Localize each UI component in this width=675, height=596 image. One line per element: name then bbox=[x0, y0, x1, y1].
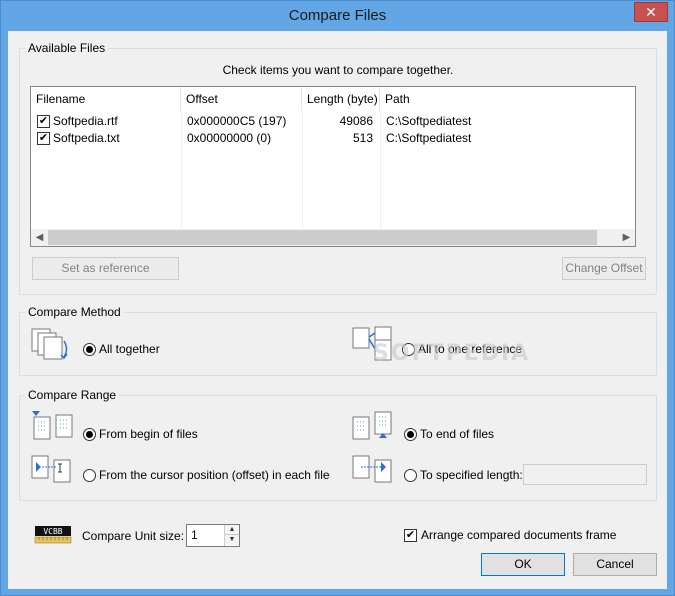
compare-files-window: Compare Files ✕ Available Files Check it… bbox=[0, 0, 675, 596]
from-begin-icon bbox=[32, 411, 73, 440]
all-together-radio[interactable] bbox=[83, 343, 96, 356]
cancel-button[interactable]: Cancel bbox=[573, 553, 657, 576]
from-cursor-label: From the cursor position (offset) in eac… bbox=[99, 468, 330, 482]
file-list[interactable]: Filename Offset Length (byte) Path ✔ Sof… bbox=[30, 86, 636, 247]
stepper-buttons[interactable]: ▲ ▼ bbox=[224, 525, 239, 546]
arrange-frame-label: Arrange compared documents frame bbox=[421, 528, 617, 542]
row-checkbox[interactable]: ✔ bbox=[37, 132, 50, 145]
scrollbar-thumb[interactable] bbox=[48, 230, 597, 245]
to-end-radio[interactable] bbox=[404, 428, 417, 441]
to-specified-length-radio[interactable] bbox=[404, 469, 417, 482]
compare-method-group: Compare Method All together All to one r… bbox=[19, 305, 657, 376]
stepper-up-icon[interactable]: ▲ bbox=[225, 525, 239, 535]
column-header-offset[interactable]: Offset bbox=[181, 87, 302, 111]
scroll-right-icon[interactable]: ▶ bbox=[618, 229, 635, 246]
from-cursor-icon bbox=[31, 455, 71, 483]
arrange-frame-checkbox[interactable]: ✔ bbox=[404, 529, 417, 542]
compare-range-label: Compare Range bbox=[25, 388, 120, 402]
compare-unit-stepper[interactable]: 1 ▲ ▼ bbox=[186, 524, 240, 547]
row-path: C:\Softpediatest bbox=[386, 131, 472, 145]
to-end-icon bbox=[352, 411, 392, 440]
all-together-icon bbox=[31, 328, 68, 360]
compare-unit-icon: VCBB bbox=[34, 526, 72, 544]
close-button[interactable]: ✕ bbox=[634, 2, 668, 22]
list-hint-text: Check items you want to compare together… bbox=[222, 63, 454, 77]
column-header-length[interactable]: Length (byte) bbox=[302, 87, 380, 111]
from-begin-label: From begin of files bbox=[99, 427, 198, 441]
softpedia-watermark: SOFTPEDIA bbox=[373, 341, 531, 366]
compare-unit-label: Compare Unit size: bbox=[82, 529, 185, 543]
row-length: 513 bbox=[352, 131, 373, 145]
row-path: C:\Softpediatest bbox=[386, 114, 472, 128]
from-cursor-radio[interactable] bbox=[83, 469, 96, 482]
window-title: Compare Files bbox=[288, 7, 387, 24]
table-row[interactable]: ✔ Softpedia.rtf 0x000000C5 (197) 49086 C… bbox=[31, 113, 635, 130]
set-as-reference-button[interactable]: Set as reference bbox=[32, 257, 179, 280]
from-begin-radio[interactable] bbox=[83, 428, 96, 441]
to-specified-length-label: To specified length: bbox=[420, 468, 523, 482]
to-specified-length-icon bbox=[352, 455, 392, 483]
available-files-label: Available Files bbox=[25, 41, 109, 55]
row-filename: Softpedia.rtf bbox=[53, 114, 118, 128]
row-filename: Softpedia.txt bbox=[53, 131, 120, 145]
compare-method-label: Compare Method bbox=[25, 305, 124, 319]
stepper-down-icon[interactable]: ▼ bbox=[225, 535, 239, 545]
dialog-client-area: Available Files Check items you want to … bbox=[8, 31, 667, 589]
all-together-label: All together bbox=[99, 342, 160, 356]
available-files-group: Available Files Check items you want to … bbox=[19, 41, 657, 295]
table-row[interactable]: ✔ Softpedia.txt 0x00000000 (0) 513 C:\So… bbox=[31, 130, 635, 147]
row-length: 49086 bbox=[339, 114, 373, 128]
column-header-filename[interactable]: Filename bbox=[31, 87, 181, 111]
file-list-header: Filename Offset Length (byte) Path bbox=[31, 87, 635, 111]
specified-length-input[interactable] bbox=[523, 464, 647, 485]
compare-range-group: Compare Range From begin of files To end… bbox=[19, 388, 657, 501]
column-header-path[interactable]: Path bbox=[380, 87, 635, 111]
ok-button[interactable]: OK bbox=[481, 553, 565, 576]
row-offset: 0x000000C5 (197) bbox=[187, 114, 287, 128]
scroll-left-icon[interactable]: ◀ bbox=[31, 229, 48, 246]
row-checkbox[interactable]: ✔ bbox=[37, 115, 50, 128]
horizontal-scrollbar[interactable]: ◀ ▶ bbox=[31, 229, 635, 246]
compare-unit-value: 1 bbox=[191, 528, 198, 542]
to-end-label: To end of files bbox=[420, 427, 495, 441]
change-offset-button[interactable]: Change Offset bbox=[562, 257, 646, 280]
row-offset: 0x00000000 (0) bbox=[187, 131, 272, 145]
svg-text:VCBB: VCBB bbox=[43, 527, 62, 536]
